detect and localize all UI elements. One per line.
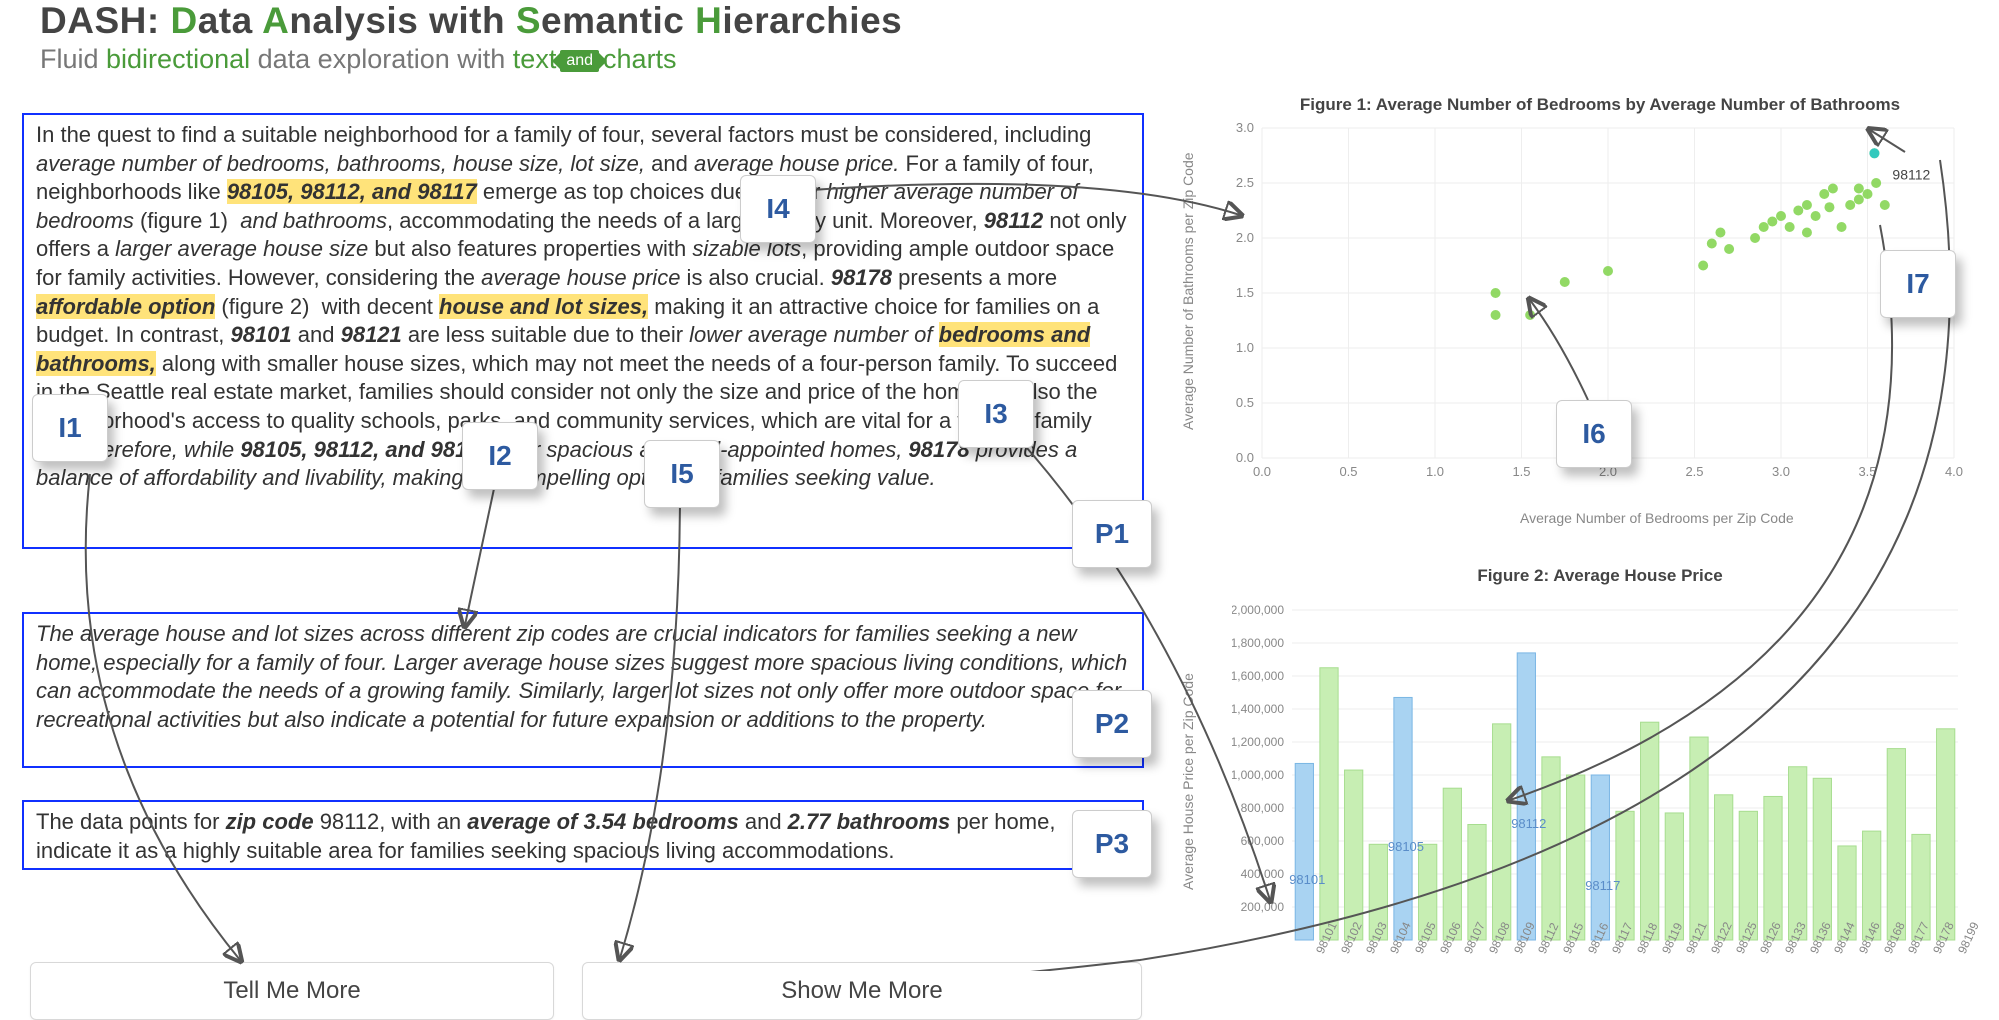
- app-header: DASH: Data Analysis with Semantic Hierar…: [40, 0, 902, 75]
- paragraph-1: In the quest to find a suitable neighbor…: [22, 113, 1144, 549]
- badge-i3: I3: [958, 380, 1034, 448]
- svg-text:1,600,000: 1,600,000: [1232, 669, 1284, 683]
- badge-i6: I6: [1556, 400, 1632, 468]
- badge-p2: P2: [1072, 690, 1152, 758]
- app-title: DASH: Data Analysis with Semantic Hierar…: [40, 0, 902, 42]
- svg-text:1,200,000: 1,200,000: [1232, 735, 1284, 749]
- svg-text:1,800,000: 1,800,000: [1232, 636, 1284, 650]
- figure2-ylabel: Average House Price per Zip Code: [1180, 673, 1196, 890]
- app-subtitle: Fluid bidirectional data exploration wit…: [40, 44, 902, 75]
- svg-text:600,000: 600,000: [1241, 834, 1285, 848]
- paragraph-2: The average house and lot sizes across d…: [22, 612, 1144, 768]
- svg-text:1,000,000: 1,000,000: [1232, 768, 1284, 782]
- badge-i1: I1: [32, 394, 108, 462]
- badge-i7: I7: [1880, 250, 1956, 318]
- badge-i5: I5: [644, 440, 720, 508]
- figure1-title: Figure 1: Average Number of Bedrooms by …: [1280, 95, 1920, 115]
- svg-text:1.5: 1.5: [1236, 285, 1254, 300]
- svg-text:200,000: 200,000: [1241, 900, 1285, 914]
- figure1-xlabel: Average Number of Bedrooms per Zip Code: [1520, 510, 1794, 526]
- figure1-ylabel: Average Number of Bathrooms per Zip Code: [1180, 152, 1196, 430]
- figure2-title: Figure 2: Average House Price: [1280, 566, 1920, 586]
- svg-text:800,000: 800,000: [1241, 801, 1285, 815]
- svg-text:2,000,000: 2,000,000: [1232, 603, 1284, 617]
- bar-highlight-label: 98112: [1511, 816, 1546, 831]
- svg-text:1.0: 1.0: [1236, 340, 1254, 355]
- svg-text:1.0: 1.0: [1426, 464, 1444, 479]
- svg-text:400,000: 400,000: [1241, 867, 1285, 881]
- svg-text:0.0: 0.0: [1253, 464, 1271, 479]
- svg-text:2.5: 2.5: [1236, 175, 1254, 190]
- svg-text:0.5: 0.5: [1236, 395, 1254, 410]
- badge-i2: I2: [462, 422, 538, 490]
- bar-highlight-label: 98117: [1585, 878, 1620, 893]
- svg-text:3.0: 3.0: [1772, 464, 1790, 479]
- svg-text:1.5: 1.5: [1512, 464, 1530, 479]
- figure2-bar: 200,000 400,000 600,000 800,000 1,000,000 1,2…: [1232, 600, 1964, 970]
- bar-highlight-label: 98105: [1388, 839, 1424, 854]
- svg-text:0.5: 0.5: [1339, 464, 1357, 479]
- svg-text:0.0: 0.0: [1236, 450, 1254, 465]
- svg-text:2.5: 2.5: [1685, 464, 1703, 479]
- badge-p1: P1: [1072, 500, 1152, 568]
- svg-text:1,400,000: 1,400,000: [1232, 702, 1284, 716]
- svg-text:98112: 98112: [1892, 166, 1930, 182]
- svg-text:2.0: 2.0: [1236, 230, 1254, 245]
- svg-text:3.5: 3.5: [1858, 464, 1876, 479]
- svg-text:3.0: 3.0: [1236, 120, 1254, 135]
- badge-p3: P3: [1072, 810, 1152, 878]
- bar-highlight-label: 98101: [1289, 872, 1325, 887]
- svg-text:4.0: 4.0: [1945, 464, 1963, 479]
- badge-i4: I4: [740, 175, 816, 243]
- paragraph-3: The data points for zip code 98112, with…: [22, 800, 1144, 870]
